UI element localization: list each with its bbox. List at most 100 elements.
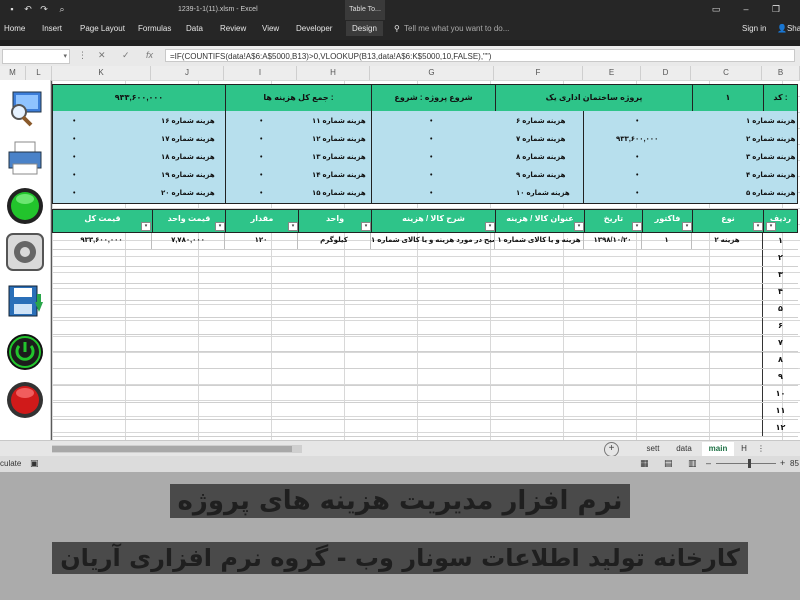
cell-unit-price[interactable]: ۷,۷۸۰,۰۰۰	[151, 233, 224, 249]
cell-date[interactable]: ۱۳۹۸/۱۰/۲۰	[583, 233, 641, 249]
cancel-icon[interactable]: ✕	[98, 50, 106, 61]
filter-dropdown-icon[interactable]: ▾	[361, 222, 371, 231]
header-quantity[interactable]: مقدار ▾	[225, 210, 298, 232]
chevron-down-icon[interactable]: ▾	[63, 52, 67, 60]
scrollbar-thumb[interactable]	[52, 446, 292, 452]
cell-description[interactable]: توضیح در مورد هزینه و یا کالای شماره ۱	[370, 233, 494, 249]
minimize-icon[interactable]: –	[740, 3, 752, 15]
cell-type[interactable]: هزینه ۲	[691, 233, 762, 249]
header-type[interactable]: نوع ▾	[692, 210, 763, 232]
horizontal-scrollbar[interactable]	[52, 445, 302, 453]
table-row[interactable]: ۲	[52, 250, 798, 267]
zoom-slider[interactable]	[716, 463, 776, 464]
column-header-c[interactable]: C	[691, 66, 762, 80]
macro-record-icon[interactable]: ▣	[30, 458, 39, 469]
formula-input[interactable]: =IF(COUNTIFS(data!A$6:A$5000,B13)>0,VLOO…	[165, 49, 795, 62]
zoom-in-icon[interactable]: +	[780, 458, 785, 468]
print-preview-icon[interactable]: ⌕	[56, 3, 68, 15]
save-button[interactable]	[5, 282, 45, 322]
header-total-price[interactable]: قیمت کل ▾	[53, 210, 152, 232]
page-layout-view-icon[interactable]: ▤	[664, 458, 673, 469]
print-button[interactable]	[5, 138, 45, 178]
save-icon[interactable]: ▪	[6, 3, 18, 15]
red-stop-button[interactable]	[5, 380, 45, 420]
column-header-j[interactable]: J	[151, 66, 224, 80]
filter-dropdown-icon[interactable]: ▾	[141, 222, 151, 231]
header-date[interactable]: تاریخ ▾	[584, 210, 642, 232]
table-row[interactable]: ۳	[52, 267, 798, 284]
name-box[interactable]: ▾	[2, 49, 70, 64]
column-header-b[interactable]: B	[762, 66, 800, 80]
zoom-level[interactable]: 85	[790, 459, 799, 468]
share-button[interactable]: 👤Sha	[777, 24, 800, 33]
filter-dropdown-icon[interactable]: ▾	[485, 222, 495, 231]
green-status-button[interactable]	[5, 186, 45, 226]
tab-insert[interactable]: Insert	[42, 24, 62, 33]
column-header-f[interactable]: F	[494, 66, 583, 80]
more-sheets-icon[interactable]: ⋮	[756, 442, 766, 456]
tab-data[interactable]: Data	[186, 24, 203, 33]
tab-developer[interactable]: Developer	[296, 24, 332, 33]
column-header-d[interactable]: D	[641, 66, 691, 80]
header-description[interactable]: شرح کالا / هزینه ▾	[371, 210, 495, 232]
tab-design[interactable]: Design	[346, 21, 383, 36]
header-invoice[interactable]: فاکتور ▾	[642, 210, 692, 232]
zoom-slider-thumb[interactable]	[748, 459, 751, 468]
power-button[interactable]	[5, 332, 45, 372]
column-header-k[interactable]: K	[52, 66, 151, 80]
table-row[interactable]: ۶	[52, 318, 798, 335]
table-row[interactable]: ۵	[52, 301, 798, 318]
header-unit-price[interactable]: قیمت واحد ▾	[152, 210, 225, 232]
tab-view[interactable]: View	[262, 24, 279, 33]
sheet-tab-h[interactable]: H	[736, 442, 752, 456]
header-unit[interactable]: واحد ▾	[298, 210, 371, 232]
table-row[interactable]: ۸	[52, 352, 798, 369]
tab-review[interactable]: Review	[220, 24, 246, 33]
column-header-g[interactable]: G	[370, 66, 494, 80]
enter-icon[interactable]: ✓	[122, 50, 130, 61]
cell-unit[interactable]: کیلوگرم	[297, 233, 370, 249]
cell-quantity[interactable]: ۱۲۰	[224, 233, 297, 249]
column-header-e[interactable]: E	[583, 66, 641, 80]
redo-icon[interactable]: ↷	[38, 3, 50, 15]
tab-formulas[interactable]: Formulas	[138, 24, 171, 33]
filter-dropdown-icon[interactable]: ▾	[632, 222, 642, 231]
insert-function-icon[interactable]: fx	[146, 50, 153, 60]
cell-invoice[interactable]: ۱	[641, 233, 691, 249]
tab-home[interactable]: Home	[4, 24, 25, 33]
filter-dropdown-icon[interactable]: ▾	[682, 222, 692, 231]
sheet-tab-data[interactable]: data	[670, 442, 698, 456]
table-row[interactable]: ۴	[52, 284, 798, 301]
table-row[interactable]: ۱۱	[52, 403, 798, 420]
table-row[interactable]: ۹۳۳,۶۰۰,۰۰۰ ۷,۷۸۰,۰۰۰ ۱۲۰ کیلوگرم توضیح …	[52, 233, 798, 250]
header-title[interactable]: عنوان کالا / هزینه ▾	[495, 210, 584, 232]
normal-view-icon[interactable]: ▦	[640, 458, 649, 469]
sheet-tab-sett[interactable]: sett	[640, 442, 666, 456]
column-header-i[interactable]: I	[224, 66, 297, 80]
column-header-l[interactable]: L	[26, 66, 52, 80]
table-row[interactable]: ۱۰	[52, 386, 798, 403]
cell-total-price[interactable]: ۹۳۳,۶۰۰,۰۰۰	[52, 233, 151, 249]
filter-dropdown-icon[interactable]: ▾	[574, 222, 584, 231]
table-row[interactable]: ۹	[52, 369, 798, 386]
sign-in-link[interactable]: Sign in	[742, 24, 766, 33]
restore-icon[interactable]: ❐	[770, 3, 782, 15]
settings-button[interactable]	[5, 232, 45, 272]
filter-dropdown-icon[interactable]: ▾	[288, 222, 298, 231]
header-row-number[interactable]: ردیف ▾	[763, 210, 797, 232]
filter-dropdown-icon[interactable]: ▾	[766, 222, 776, 231]
table-row[interactable]: ۷	[52, 335, 798, 352]
undo-icon[interactable]: ↶	[22, 3, 34, 15]
cell-title[interactable]: هزینه و یا کالای شماره ۱	[494, 233, 583, 249]
search-button[interactable]	[5, 88, 45, 128]
ribbon-options-icon[interactable]: ▭	[710, 3, 722, 15]
column-header-m[interactable]: M	[0, 66, 26, 80]
add-sheet-icon[interactable]: +	[604, 442, 619, 457]
tab-page-layout[interactable]: Page Layout	[80, 24, 125, 33]
tell-me-input[interactable]: Tell me what you want to do...	[404, 24, 509, 33]
filter-dropdown-icon[interactable]: ▾	[753, 222, 763, 231]
filter-dropdown-icon[interactable]: ▾	[215, 222, 225, 231]
zoom-out-icon[interactable]: –	[706, 458, 711, 468]
page-break-view-icon[interactable]: ▥	[688, 458, 697, 469]
column-header-h[interactable]: H	[297, 66, 370, 80]
